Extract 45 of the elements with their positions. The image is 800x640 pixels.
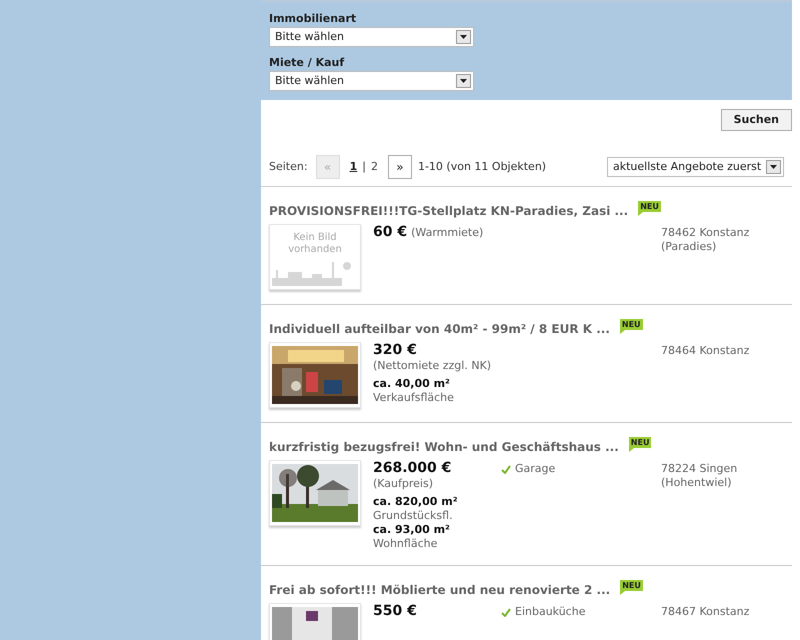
page-link[interactable]: 2 — [370, 160, 378, 174]
previous-page-button: « — [316, 154, 340, 178]
price: 268.000 € — [373, 460, 452, 477]
caret-icon — [456, 74, 471, 88]
price: 550 € — [373, 603, 417, 620]
area-value: ca. 820,00 m² — [373, 495, 459, 509]
caret-icon — [766, 160, 781, 174]
location-text: (Hohentwiel) — [661, 476, 732, 490]
feature-text: Einbauküche — [515, 605, 586, 619]
dropdown[interactable]: Bitte wählen — [269, 71, 474, 91]
search-button[interactable]: Suchen — [720, 109, 792, 131]
price-note: (Warmmiete) — [411, 226, 484, 240]
location-text: 78467 Konstanz — [661, 605, 750, 619]
area-value: ca. 40,00 m² — [373, 377, 451, 391]
location-text: 78224 Singen — [661, 462, 738, 476]
location-text: 78464 Konstanz — [661, 344, 750, 358]
area-label: Verkaufsfläche — [373, 391, 455, 405]
listing-title[interactable]: PROVISIONSFREI!!!TG-Stellplatz KN-Paradies, Zasi ... — [269, 204, 628, 219]
location-text: (Paradies) — [661, 240, 718, 254]
price-note: (Nettomiete zzgl. NK) — [373, 359, 492, 373]
dropdown[interactable]: Bitte wählen — [269, 27, 474, 47]
next-page-button[interactable]: » — [388, 154, 412, 178]
listing-title[interactable]: kurzfristig bezugsfrei! Wohn- und Geschäftshaus ... — [269, 440, 619, 455]
pages-label: Seiten: — [269, 160, 308, 174]
field-label: Miete / Kauf — [269, 56, 346, 70]
feature-text: Garage — [515, 462, 556, 476]
page-link[interactable]: 1 — [350, 160, 358, 174]
results-summary: 1-10 (von 11 Objekten) — [418, 160, 546, 174]
caret-icon — [456, 30, 471, 44]
price: 60 € — [373, 224, 408, 241]
area-value: ca. 93,00 m² — [373, 523, 451, 537]
field-label: Immobilienart — [269, 12, 358, 26]
listing-title[interactable]: Individuell aufteilbar von 40m² - 99m² / 8 EUR K ... — [269, 322, 610, 337]
location-text: 78462 Konstanz — [661, 226, 750, 240]
area-label: Wohnfläche — [373, 537, 438, 551]
price-note: (Kaufpreis) — [373, 477, 434, 491]
no-image-text: Kein Bild — [293, 232, 337, 244]
page-separator: | — [362, 160, 366, 174]
listing-title[interactable]: Frei ab sofort!!! Möblierte und neu renovierte 2 ... — [269, 583, 610, 598]
sort-dropdown[interactable]: aktuellste Angebote zuerst — [607, 156, 784, 176]
area-label: Grundstücksfl. — [373, 509, 454, 523]
price: 320 € — [373, 342, 418, 359]
checkmark-icon — [501, 464, 511, 474]
no-image-text: vorhanden — [288, 244, 342, 256]
checkmark-icon — [501, 608, 511, 616]
